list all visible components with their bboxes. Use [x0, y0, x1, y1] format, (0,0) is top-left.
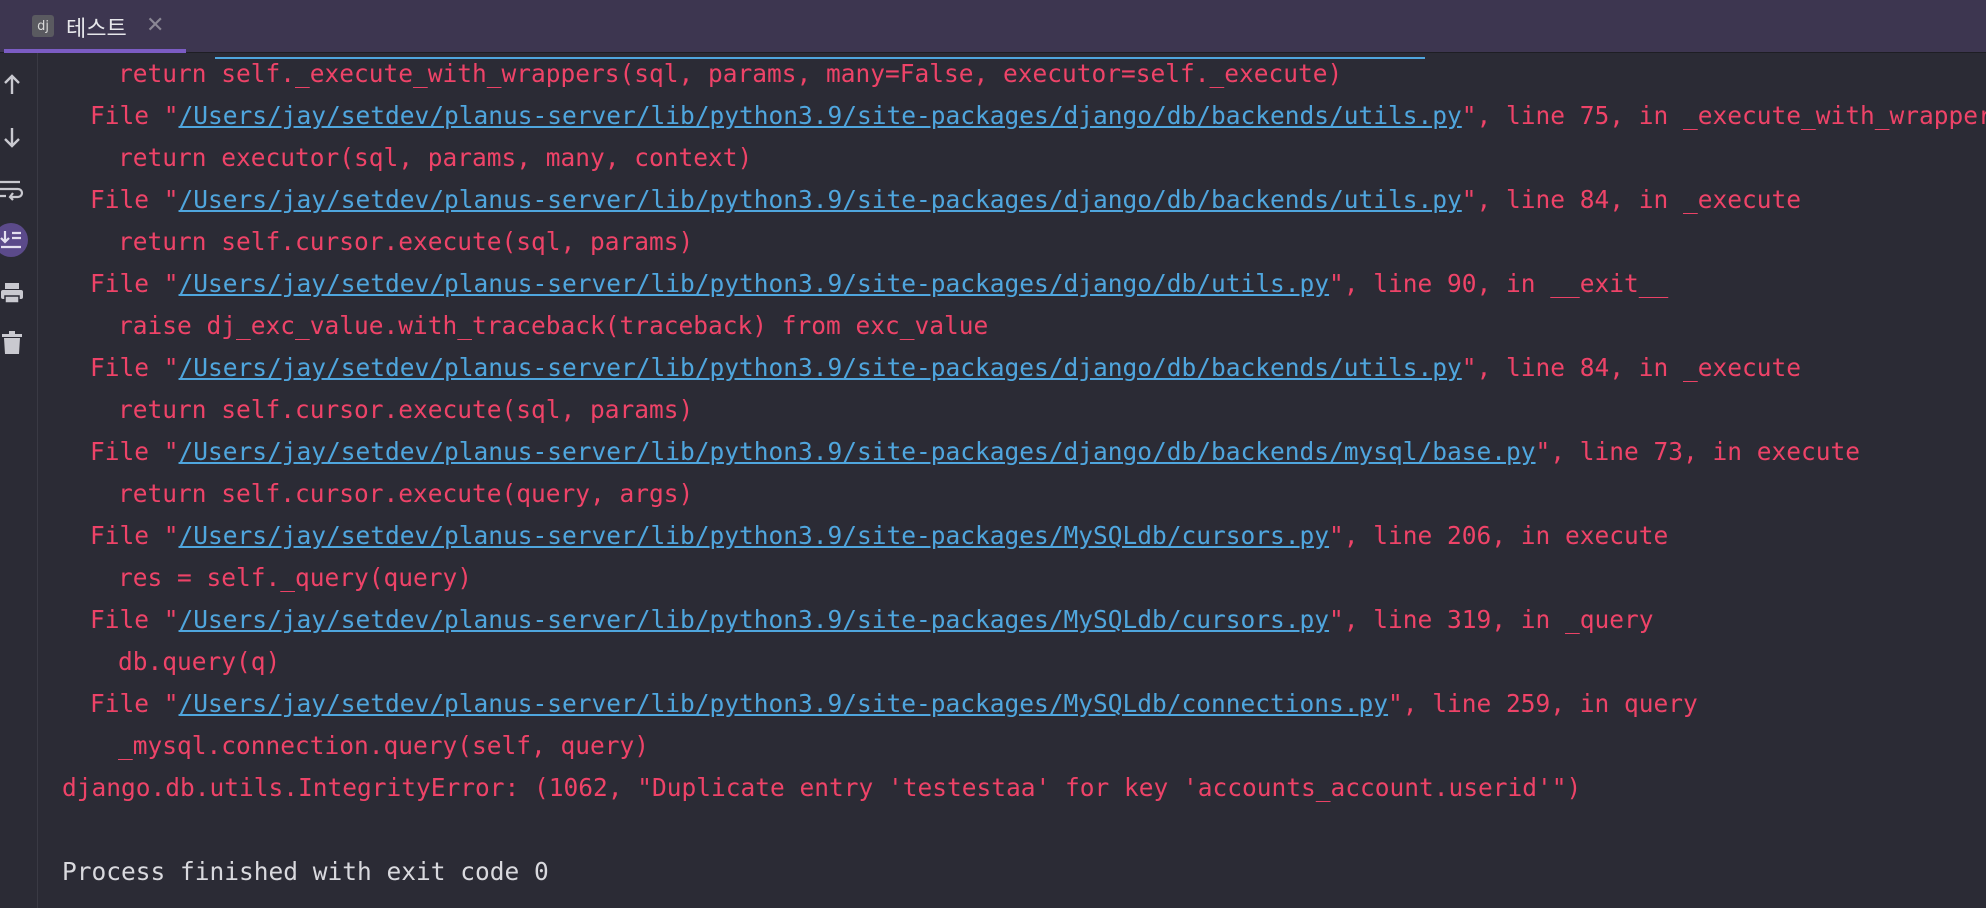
traceback-code-line: return self.cursor.execute(sql, params) [118, 227, 694, 256]
arrow-down-icon[interactable] [0, 125, 24, 149]
file-suffix: ", line 84, in _execute [1461, 353, 1802, 382]
traceback-code-line: return executor(sql, params, many, conte… [118, 143, 753, 172]
file-path-link[interactable]: /Users/jay/setdev/planus-server/lib/pyth… [179, 269, 1330, 298]
file-prefix: File " [90, 437, 179, 466]
close-icon[interactable]: ✕ [146, 13, 164, 38]
traceback-file-line: File "/Users/jay/setdev/planus-server/li… [90, 599, 1654, 641]
traceback-code-line: res = self._query(query) [118, 563, 473, 592]
traceback-code-line: return self.cursor.execute(query, args) [118, 479, 694, 508]
traceback-code-line: return self._execute_with_wrappers(sql, … [118, 59, 1343, 88]
traceback-code-line: return self.cursor.execute(sql, params) [118, 395, 694, 424]
file-suffix: ", line 259, in query [1388, 689, 1698, 718]
file-path-link[interactable]: /Users/jay/setdev/planus-server/lib/pyth… [179, 521, 1330, 550]
tab-bar: dj 테스트 ✕ [0, 0, 1986, 53]
file-prefix: File " [90, 605, 179, 634]
file-prefix: File " [90, 521, 179, 550]
traceback-file-line: File "/Users/jay/setdev/planus-server/li… [90, 347, 1801, 389]
arrow-up-icon[interactable] [0, 73, 24, 97]
run-console[interactable]: return self._execute_with_wrappers(sql, … [39, 53, 1986, 908]
tab-test[interactable]: dj 테스트 ✕ [0, 0, 188, 53]
soft-wrap-icon[interactable] [0, 177, 24, 201]
tab-label: 테스트 [66, 17, 127, 42]
trash-icon[interactable] [0, 331, 24, 355]
traceback-code-line: _mysql.connection.query(self, query) [118, 731, 650, 760]
file-prefix: File " [90, 269, 179, 298]
file-suffix: ", line 84, in _execute [1461, 185, 1802, 214]
file-prefix: File " [90, 353, 179, 382]
file-path-link[interactable]: /Users/jay/setdev/planus-server/lib/pyth… [179, 185, 1462, 214]
traceback-code-line: db.query(q) [118, 647, 281, 676]
file-path-link[interactable]: /Users/jay/setdev/planus-server/lib/pyth… [179, 605, 1330, 634]
exception-line: django.db.utils.IntegrityError: (1062, "… [62, 773, 1582, 802]
file-suffix: ", line 206, in execute [1329, 521, 1669, 550]
traceback-file-line: File "/Users/jay/setdev/planus-server/li… [90, 179, 1801, 221]
console-toolbar [0, 53, 38, 908]
print-icon[interactable] [0, 281, 24, 305]
file-prefix: File " [90, 689, 179, 718]
traceback-file-line: File "/Users/jay/setdev/planus-server/li… [90, 515, 1668, 557]
file-path-link[interactable]: /Users/jay/setdev/planus-server/lib/pyth… [179, 353, 1462, 382]
process-finished-line: Process finished with exit code 0 [62, 857, 549, 886]
file-prefix: File " [90, 101, 179, 130]
traceback-file-line: File "/Users/jay/setdev/planus-server/li… [90, 683, 1698, 725]
file-prefix: File " [90, 185, 179, 214]
traceback-file-line: File "/Users/jay/setdev/planus-server/li… [90, 431, 1860, 473]
traceback-code-line: raise dj_exc_value.with_traceback(traceb… [118, 311, 989, 340]
traceback-file-line: File "/Users/jay/setdev/planus-server/li… [90, 95, 1986, 137]
file-path-link[interactable]: /Users/jay/setdev/planus-server/lib/pyth… [179, 101, 1462, 130]
traceback-file-line: File "/Users/jay/setdev/planus-server/li… [90, 263, 1668, 305]
file-path-link[interactable]: /Users/jay/setdev/planus-server/lib/pyth… [179, 689, 1389, 718]
file-suffix: ", line 319, in _query [1329, 605, 1654, 634]
django-icon: dj [32, 15, 54, 37]
file-suffix: ", line 73, in execute [1535, 437, 1861, 466]
file-suffix: ", line 90, in __exit__ [1329, 269, 1669, 298]
file-path-link[interactable]: /Users/jay/setdev/planus-server/lib/pyth… [179, 437, 1536, 466]
file-suffix: ", line 75, in _execute_with_wrappers [1461, 101, 1986, 130]
scroll-to-end-icon[interactable] [0, 223, 28, 257]
